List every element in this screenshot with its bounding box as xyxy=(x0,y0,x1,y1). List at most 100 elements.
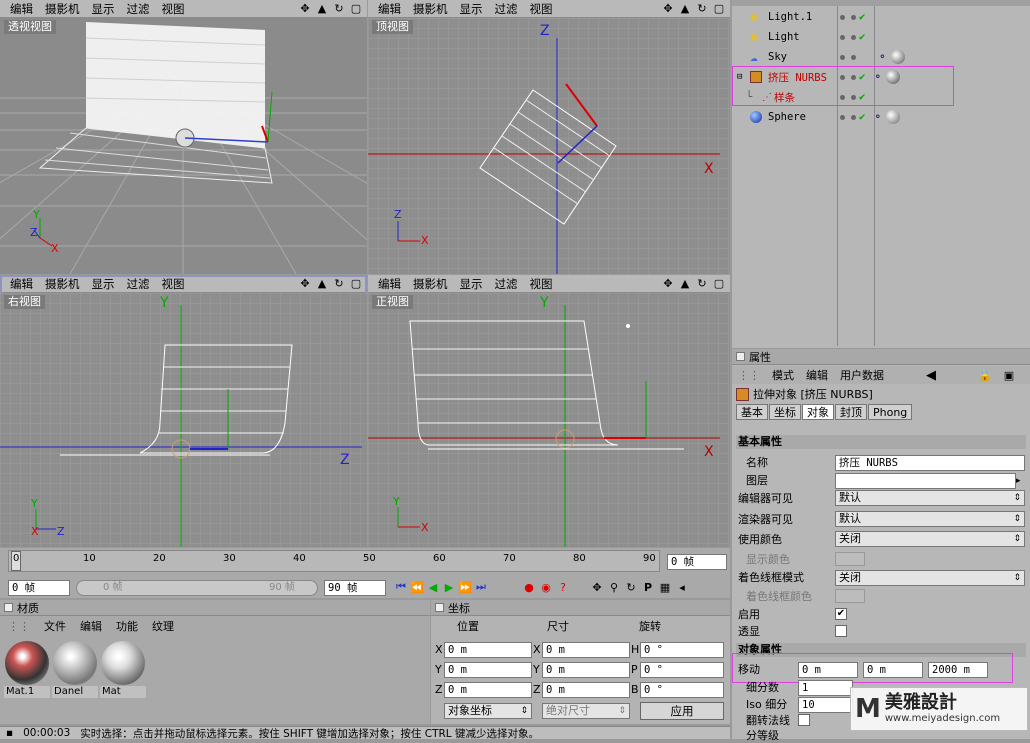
menu-camera[interactable]: 摄影机 xyxy=(407,275,454,293)
menu-filter[interactable]: 过滤 xyxy=(121,275,156,293)
rotate-view-icon[interactable]: ↻ xyxy=(695,2,709,16)
tag-icon[interactable]: ⚬ xyxy=(873,111,882,123)
layer-field[interactable] xyxy=(835,473,1016,489)
material-item[interactable]: Danel xyxy=(52,640,98,698)
menu-display[interactable]: 显示 xyxy=(86,0,121,18)
tag-icon[interactable]: ⚬ xyxy=(878,51,887,63)
menu-view[interactable]: 视图 xyxy=(524,0,559,18)
xray-checkbox[interactable] xyxy=(835,625,847,637)
viewport-front[interactable]: 编辑 摄影机 显示 过滤 视图 ✥ ▲ ↻ ▢ Y X Y X 正视图 xyxy=(368,275,730,547)
menu-view[interactable]: 视图 xyxy=(156,0,191,18)
coordinate-mode-select[interactable]: 对象坐标 xyxy=(444,703,532,719)
rotate-view-icon[interactable]: ↻ xyxy=(332,277,346,291)
attributes-manager[interactable]: 属性 ⋮⋮ 模式 编辑 用户数据 ◀ 🔒 ▣ 拉伸对象 [挤压 NURBS] 基… xyxy=(732,349,1030,742)
move-view-icon[interactable]: ✥ xyxy=(298,277,312,291)
object-manager[interactable]: ✺ Light.1 ✔ ✺ Light ✔ ☁ Sky ⚬ ⊟ 挤压 NURBS… xyxy=(732,0,1030,348)
menu-file[interactable]: 文件 xyxy=(44,618,66,634)
range-slider[interactable]: 0 帧 90 帧 xyxy=(76,580,318,596)
menu-edit[interactable]: 编辑 xyxy=(372,275,407,293)
rotate-view-icon[interactable]: ↻ xyxy=(695,277,709,291)
zoom-view-icon[interactable]: ▲ xyxy=(315,2,329,16)
auto-key-icon[interactable]: ◉ xyxy=(539,580,553,594)
help-icon[interactable]: ? xyxy=(556,580,570,594)
tab-coord[interactable]: 坐标 xyxy=(769,404,801,420)
menu-view[interactable]: 视图 xyxy=(524,275,559,293)
menu-camera[interactable]: 摄影机 xyxy=(39,0,86,18)
rotate-view-icon[interactable]: ↻ xyxy=(332,2,346,16)
enabled-checkbox[interactable]: ✔ xyxy=(835,608,847,620)
viewport-right[interactable]: 编辑 摄影机 显示 过滤 视图 ✥ ▲ ↻ ▢ Y Z Y X Z 右视图 xyxy=(0,275,367,547)
display-color-swatch[interactable] xyxy=(835,552,865,566)
material-tag-icon[interactable] xyxy=(886,110,901,124)
coordinate-manager[interactable]: 坐标 位置 尺寸 旋转 X 0 m X 0 m H 0 ° Y 0 m Y 0 … xyxy=(431,600,730,724)
maximize-view-icon[interactable]: ▢ xyxy=(712,277,726,291)
tab-phong[interactable]: Phong xyxy=(868,404,913,420)
position-z-field[interactable]: 0 m xyxy=(444,682,532,698)
end-frame-field[interactable]: 90 帧 xyxy=(324,580,386,596)
maximize-view-icon[interactable]: ▢ xyxy=(712,2,726,16)
grid-key-icon[interactable]: ▦ xyxy=(658,580,672,594)
rotate-key-icon[interactable]: ↻ xyxy=(624,580,638,594)
lock-icon[interactable]: 🔒 xyxy=(978,369,992,382)
editor-visible-select[interactable]: 默认 xyxy=(835,490,1025,506)
name-field[interactable]: 挤压 NURBS xyxy=(835,455,1025,471)
render-visible-select[interactable]: 默认 xyxy=(835,511,1025,527)
zoom-view-icon[interactable]: ▲ xyxy=(678,2,692,16)
maximize-view-icon[interactable]: ▢ xyxy=(349,277,363,291)
prev-key-icon[interactable]: ⏪ xyxy=(410,580,424,594)
parameter-key-icon[interactable]: P xyxy=(641,580,655,594)
object-row[interactable]: ☁ Sky ⚬ xyxy=(732,47,1029,67)
move-view-icon[interactable]: ✥ xyxy=(661,277,675,291)
menu-user-data[interactable]: 用户数据 xyxy=(840,367,884,383)
object-row[interactable]: ✺ Light.1 ✔ xyxy=(732,7,1029,27)
front-canvas[interactable]: Y X Y X 正视图 xyxy=(368,293,730,547)
check-icon[interactable]: ✔ xyxy=(859,31,865,43)
new-panel-icon[interactable]: ▣ xyxy=(1004,369,1014,382)
menu-filter[interactable]: 过滤 xyxy=(489,275,524,293)
size-mode-select[interactable]: 绝对尺寸 xyxy=(542,703,630,719)
menu-function[interactable]: 功能 xyxy=(116,618,138,634)
back-arrow-icon[interactable]: ◀ xyxy=(926,368,936,383)
iso-subdivision-field[interactable]: 10 xyxy=(798,697,853,713)
menu-filter[interactable]: 过滤 xyxy=(121,0,156,18)
size-x-field[interactable]: 0 m xyxy=(542,642,630,658)
viewport-perspective[interactable]: 编辑 摄影机 显示 过滤 视图 ✥ ▲ ↻ ▢ Y X Z 透视视图 xyxy=(0,0,367,274)
next-key-icon[interactable]: ⏩ xyxy=(458,580,472,594)
go-start-icon[interactable]: ⏮ xyxy=(394,580,408,594)
timeline-ruler[interactable]: 0 10 20 30 40 50 60 70 80 90 xyxy=(8,550,660,572)
material-item[interactable]: Mat.1 xyxy=(4,640,50,698)
sound-icon[interactable]: ◂ xyxy=(675,580,689,594)
record-icon[interactable]: ● xyxy=(522,580,536,594)
move-key-icon[interactable]: ✥ xyxy=(590,580,604,594)
size-y-field[interactable]: 0 m xyxy=(542,662,630,678)
wireframe-mode-select[interactable]: 关闭 xyxy=(835,570,1025,586)
object-row[interactable]: Sphere ✔ ⚬ xyxy=(732,107,1029,127)
current-frame-field[interactable]: 0 帧 xyxy=(667,554,727,570)
menu-display[interactable]: 显示 xyxy=(454,0,489,18)
menu-camera[interactable]: 摄影机 xyxy=(39,275,86,293)
tab-caps[interactable]: 封顶 xyxy=(835,404,867,420)
check-icon[interactable]: ✔ xyxy=(859,111,865,123)
zoom-view-icon[interactable]: ▲ xyxy=(678,277,692,291)
layer-arrow-icon[interactable]: ▸ xyxy=(1016,474,1021,488)
menu-display[interactable]: 显示 xyxy=(454,275,489,293)
menu-filter[interactable]: 过滤 xyxy=(489,0,524,18)
position-y-field[interactable]: 0 m xyxy=(444,662,532,678)
zoom-view-icon[interactable]: ▲ xyxy=(315,277,329,291)
tab-basic[interactable]: 基本 xyxy=(736,404,768,420)
rotation-b-field[interactable]: 0 ° xyxy=(640,682,724,698)
wireframe-color-swatch[interactable] xyxy=(835,589,865,603)
viewport-top[interactable]: 编辑 摄影机 显示 过滤 视图 ✥ ▲ ↻ ▢ Z X Z X 顶视图 xyxy=(368,0,730,274)
menu-view[interactable]: 视图 xyxy=(156,275,191,293)
menu-texture[interactable]: 纹理 xyxy=(152,618,174,634)
menu-display[interactable]: 显示 xyxy=(86,275,121,293)
perspective-canvas[interactable]: Y X Z 透视视图 xyxy=(0,18,367,274)
menu-edit[interactable]: 编辑 xyxy=(4,0,39,18)
material-item[interactable]: Mat xyxy=(100,640,146,698)
top-canvas[interactable]: Z X Z X 顶视图 xyxy=(368,18,730,274)
menu-edit[interactable]: 编辑 xyxy=(80,618,102,634)
move-view-icon[interactable]: ✥ xyxy=(661,2,675,16)
use-color-select[interactable]: 关闭 xyxy=(835,531,1025,547)
maximize-view-icon[interactable]: ▢ xyxy=(349,2,363,16)
rotation-h-field[interactable]: 0 ° xyxy=(640,642,724,658)
